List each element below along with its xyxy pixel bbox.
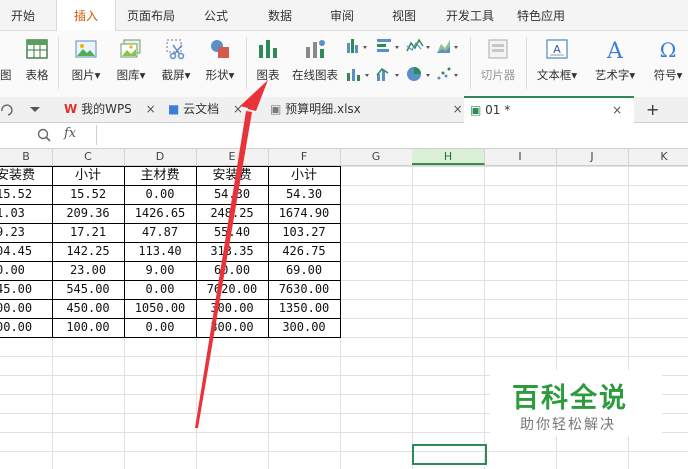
watermark: 百科全说 助你轻松解决 — [490, 370, 662, 436]
watermark-subtitle: 助你轻松解决 — [520, 417, 616, 433]
annotation-arrow-shaft — [195, 111, 252, 428]
watermark-title: 百科全说 — [512, 383, 628, 414]
